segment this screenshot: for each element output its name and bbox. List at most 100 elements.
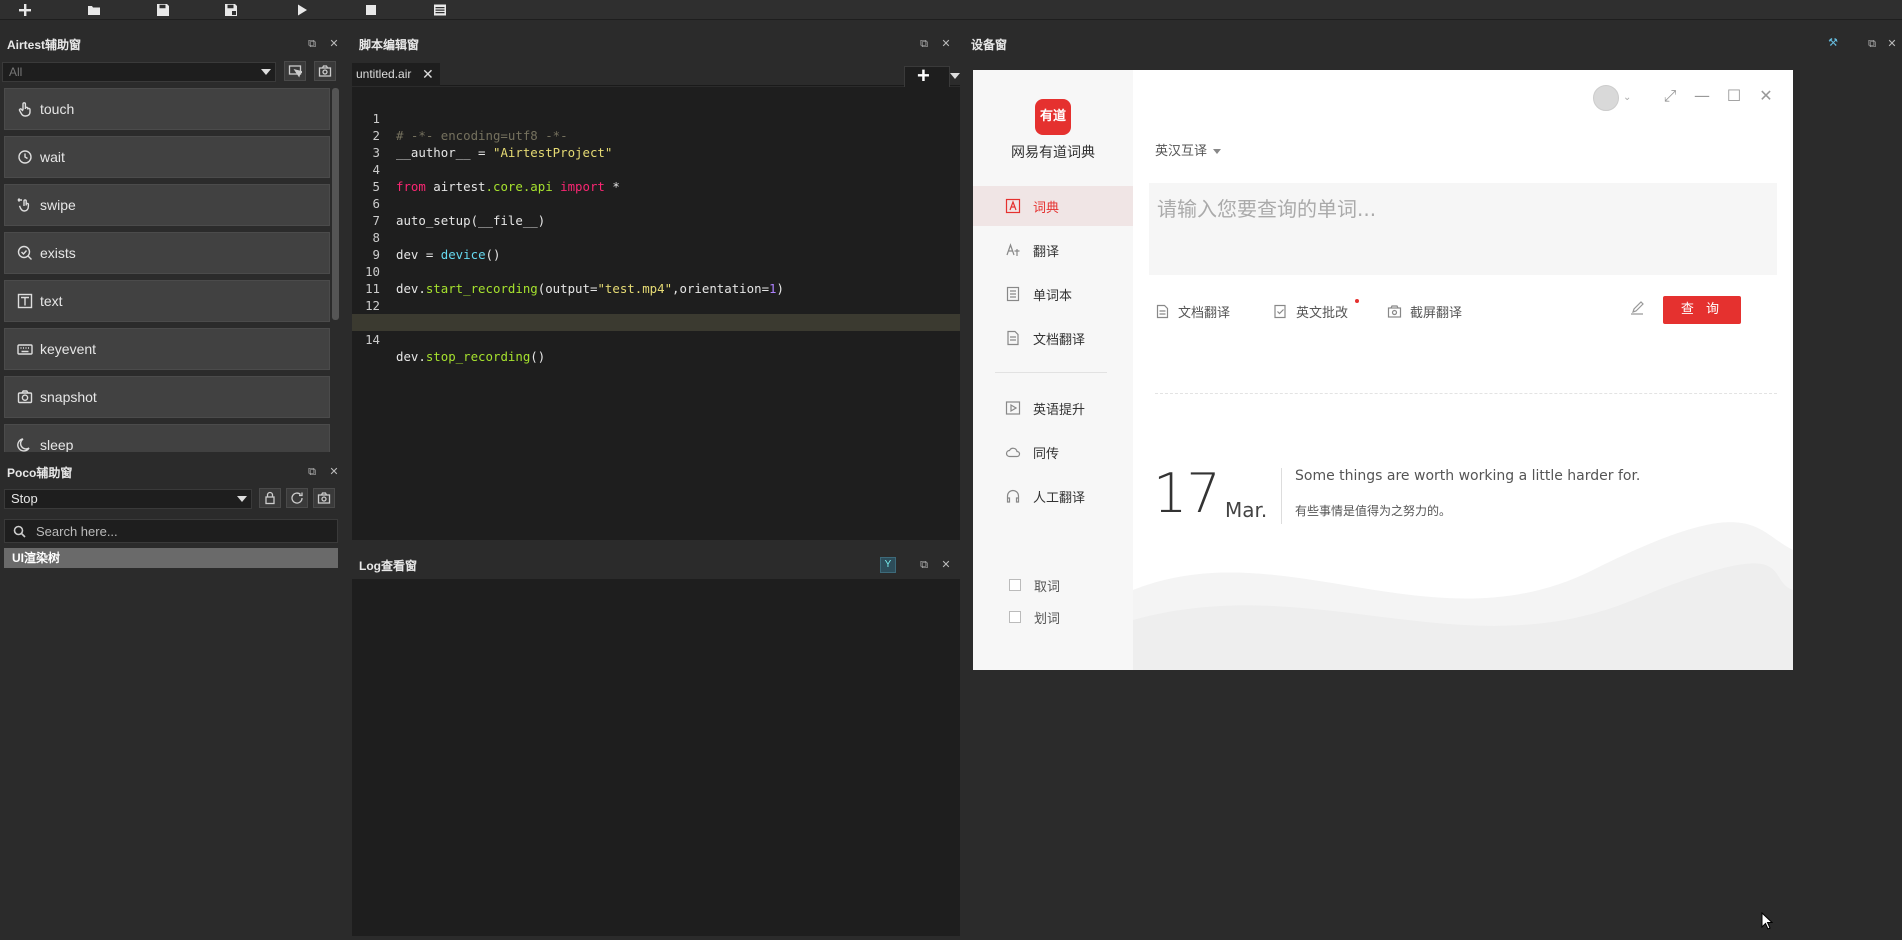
word-search-input[interactable] — [1149, 183, 1777, 275]
minimize-icon[interactable]: — — [1693, 87, 1711, 105]
headset-icon — [1006, 489, 1020, 503]
tool-doc-translate[interactable]: 文档翻译 — [1155, 300, 1230, 322]
document-icon — [1156, 304, 1169, 318]
cmd-label: keyevent — [40, 341, 97, 357]
checkbox[interactable] — [1009, 579, 1021, 591]
open-file-button[interactable] — [85, 1, 103, 19]
nav-dictionary[interactable]: 词典 — [973, 186, 1133, 226]
cmd-touch[interactable]: touch — [4, 88, 330, 130]
nav-label: 词典 — [1033, 200, 1060, 216]
close-panel-icon[interactable]: ✕ — [940, 559, 952, 571]
cmd-label: sleep — [40, 437, 74, 452]
float-panel-icon[interactable]: ⧉ — [918, 559, 930, 571]
cmd-sleep[interactable]: sleep — [4, 424, 330, 452]
code-editor[interactable]: 1 # -*- encoding=utf8 -*- 2 __author__ =… — [352, 87, 960, 540]
airtest-scrollbar[interactable] — [332, 88, 339, 320]
language-select[interactable]: 英汉互译 — [1155, 140, 1222, 159]
checkbox[interactable] — [1009, 611, 1021, 623]
stop-button[interactable] — [362, 1, 380, 19]
run-button[interactable] — [293, 1, 311, 19]
cmd-swipe[interactable]: swipe — [4, 184, 330, 226]
language-value: 英汉互译 — [1155, 144, 1208, 159]
code-line: 3 — [352, 127, 960, 160]
nav-english-improve[interactable]: 英语提升 — [973, 388, 1133, 428]
poco-record-button[interactable] — [313, 488, 335, 508]
chevron-down-icon — [261, 69, 271, 75]
divider — [1155, 393, 1777, 394]
translate-icon — [1006, 243, 1020, 256]
code-line: 11 — [352, 263, 960, 296]
tool-label: 英文批改 — [1296, 305, 1349, 321]
device-tools-icon[interactable]: ⚒ — [1826, 37, 1840, 51]
touch-icon — [18, 102, 31, 117]
text-box-icon — [17, 293, 33, 309]
cmd-wait[interactable]: wait — [4, 136, 330, 178]
cmd-text[interactable]: text — [4, 280, 330, 322]
float-panel-icon[interactable]: ⧉ — [306, 38, 318, 50]
poco-search-input[interactable] — [36, 523, 316, 539]
chevron-down-icon[interactable]: ⌄ — [1623, 92, 1631, 103]
chevron-down-icon — [237, 496, 247, 502]
new-file-button[interactable] — [16, 1, 34, 19]
close-icon[interactable]: ✕ — [1757, 87, 1775, 105]
nav-interpret[interactable]: 同传 — [973, 432, 1133, 472]
handwrite-icon[interactable] — [1629, 300, 1647, 318]
chevron-down-icon[interactable] — [950, 73, 960, 79]
refresh-button[interactable] — [286, 488, 308, 508]
float-panel-icon[interactable]: ⧉ — [1866, 38, 1878, 50]
close-panel-icon[interactable]: ✕ — [1886, 38, 1898, 50]
report-button[interactable] — [431, 1, 449, 19]
screenshot-icon — [1387, 304, 1402, 318]
nav-label: 翻译 — [1033, 244, 1060, 260]
save-button[interactable] — [154, 1, 172, 19]
cmd-snapshot[interactable]: snapshot — [4, 376, 330, 418]
nav-wordbook[interactable]: 单词本 — [973, 274, 1133, 314]
snapshot-settings-button[interactable] — [314, 61, 336, 81]
poco-search-box[interactable] — [4, 519, 338, 543]
float-panel-icon[interactable]: ⧉ — [918, 38, 930, 50]
nav-divider — [995, 372, 1107, 373]
poco-mode-select[interactable]: Stop — [4, 489, 252, 509]
close-panel-icon[interactable]: ✕ — [940, 38, 952, 50]
airtest-filter-select[interactable]: All — [2, 62, 276, 82]
camera-icon — [318, 65, 332, 77]
tool-screenshot-translate[interactable]: 截屏翻译 — [1387, 300, 1462, 322]
tool-english-correct[interactable]: 英文批改 — [1273, 300, 1348, 322]
nav-doc-translate[interactable]: 文档翻译 — [973, 318, 1133, 358]
poco-mode-value: Stop — [11, 491, 38, 506]
line-number: 14 — [365, 332, 380, 347]
code-line: 13 — [352, 297, 960, 330]
nav-human-translate[interactable]: 人工翻译 — [973, 476, 1133, 516]
tool-label: 文档翻译 — [1178, 305, 1231, 321]
search-button[interactable]: 查 询 — [1663, 296, 1741, 324]
main-toolbar — [0, 0, 1902, 20]
cmd-exists[interactable]: exists — [4, 232, 330, 274]
save-as-button[interactable] — [222, 1, 240, 19]
cmd-keyevent[interactable]: keyevent — [4, 328, 330, 370]
maximize-icon[interactable]: ☐ — [1725, 87, 1743, 105]
code-line: 8 dev = device() — [352, 212, 960, 262]
tab-untitled[interactable]: untitled.air ✕ — [352, 63, 440, 86]
cmd-label: touch — [40, 101, 75, 117]
float-panel-icon[interactable]: ⧉ — [306, 466, 318, 478]
close-panel-icon[interactable]: ✕ — [328, 38, 340, 50]
code-line: 1 # -*- encoding=utf8 -*- — [352, 93, 960, 143]
nav-label: 人工翻译 — [1033, 490, 1086, 506]
select-region-button[interactable] — [284, 61, 306, 81]
lock-button[interactable] — [259, 488, 281, 508]
ui-tree-root[interactable]: UI渲染树 — [4, 548, 338, 568]
cmd-label: text — [40, 293, 63, 309]
device-screen[interactable]: 有道 网易有道词典 词典 翻译 单词本 文档翻译 英语提升 同传 人工翻译 取词… — [973, 70, 1793, 670]
camera-icon — [17, 390, 33, 404]
code-line: 9 — [352, 229, 960, 262]
code-function: stop_recording — [425, 349, 531, 364]
shrink-icon[interactable]: ⤢ — [1661, 87, 1679, 105]
log-filter-button[interactable]: Y — [880, 557, 896, 573]
nav-translate[interactable]: 翻译 — [973, 230, 1133, 270]
close-panel-icon[interactable]: ✕ — [328, 466, 340, 478]
code-token: () — [530, 349, 546, 364]
log-output[interactable] — [352, 579, 960, 936]
close-icon[interactable]: ✕ — [422, 63, 436, 86]
new-tab-button[interactable]: + — [904, 65, 950, 88]
avatar[interactable] — [1593, 85, 1619, 111]
